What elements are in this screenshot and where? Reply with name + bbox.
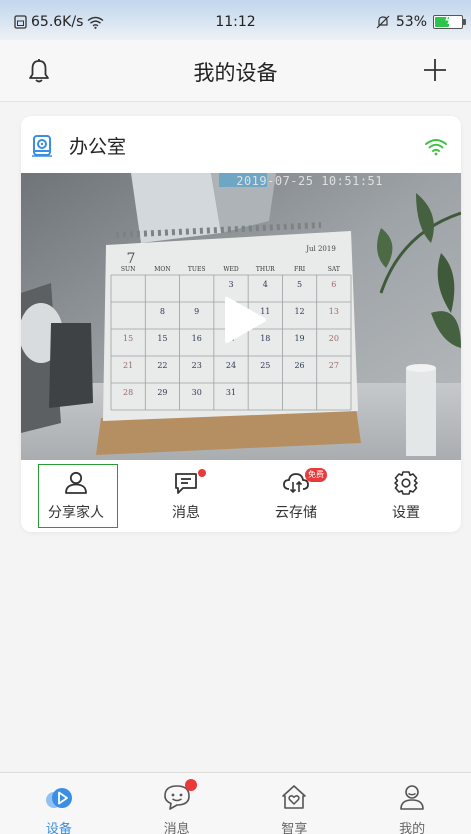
calendar-day: 28 bbox=[123, 388, 133, 397]
wifi-icon bbox=[425, 139, 447, 156]
profile-icon bbox=[400, 785, 424, 810]
device-actions: 分享家人 消息 免费 云存储 设置 bbox=[21, 460, 461, 532]
calendar-day: 26 bbox=[294, 361, 304, 370]
calendar-weekday: SAT bbox=[328, 266, 340, 273]
page-title: 我的设备 bbox=[193, 61, 278, 85]
plus-icon[interactable] bbox=[421, 56, 449, 84]
calendar-day: 4 bbox=[263, 280, 268, 289]
message-tab-badge bbox=[184, 779, 197, 791]
calendar-day: 15 bbox=[157, 334, 167, 343]
video-timestamp: 2019-07-25 10:51:51 bbox=[236, 174, 383, 188]
alarm-muted-icon bbox=[376, 15, 390, 29]
calendar-weekday: MON bbox=[154, 266, 170, 273]
person-icon bbox=[65, 471, 87, 494]
camera-icon bbox=[32, 135, 52, 157]
status-bar: 65.6K/s 11:12 53% ϟ bbox=[0, 0, 471, 40]
calendar-day: 22 bbox=[157, 361, 167, 370]
tab-devices-label: 设备 bbox=[45, 822, 72, 834]
tab-smart-share-label: 智享 bbox=[281, 822, 308, 834]
calendar-day: 5 bbox=[297, 280, 302, 289]
nav-bar: 我的设备 bbox=[0, 40, 471, 102]
calendar-day: 13 bbox=[329, 307, 339, 316]
calendar-day: 27 bbox=[329, 361, 339, 370]
charging-bolt-icon: ϟ bbox=[444, 14, 452, 27]
calendar-day: 21 bbox=[123, 361, 133, 370]
settings-label: 设置 bbox=[392, 505, 420, 521]
calendar-month: Jul 2019 bbox=[305, 245, 336, 253]
calendar-day: 29 bbox=[157, 388, 167, 397]
device-tab-icon bbox=[45, 788, 72, 808]
calendar-day: 12 bbox=[294, 307, 304, 316]
calendar-weekday: TUES bbox=[188, 266, 206, 273]
cloud-storage-button[interactable]: 免费 云存储 bbox=[241, 460, 351, 532]
tab-smart-share[interactable]: 智享 bbox=[236, 773, 354, 834]
message-badge-dot bbox=[198, 469, 206, 477]
device-card-header[interactable]: 办公室 bbox=[21, 116, 461, 172]
calendar-day: 23 bbox=[192, 361, 202, 370]
device-card: 办公室 7 Jul 2019 SUN MON TUES WED THUR FRI… bbox=[21, 116, 461, 532]
free-badge: 免费 bbox=[305, 468, 327, 482]
home-heart-icon bbox=[282, 785, 307, 809]
message-icon bbox=[175, 473, 197, 494]
settings-button[interactable]: 设置 bbox=[351, 460, 461, 532]
calendar-day: 3 bbox=[228, 280, 233, 289]
tab-messages[interactable]: 消息 bbox=[118, 773, 236, 834]
calendar-weekday: WED bbox=[223, 266, 239, 273]
device-name: 办公室 bbox=[69, 136, 127, 158]
play-icon[interactable] bbox=[219, 296, 267, 344]
tab-messages-label: 消息 bbox=[163, 822, 190, 834]
calendar-day: 16 bbox=[192, 334, 202, 343]
calendar-day: 6 bbox=[331, 280, 336, 289]
calendar-day: 20 bbox=[329, 334, 339, 343]
calendar-day: 25 bbox=[260, 361, 270, 370]
calendar-day: 19 bbox=[294, 334, 304, 343]
status-right: 53% ϟ bbox=[376, 14, 466, 30]
gear-icon bbox=[394, 471, 418, 495]
messages-label: 消息 bbox=[172, 505, 200, 521]
messages-button[interactable]: 消息 bbox=[131, 460, 241, 532]
battery-percent: 53% bbox=[395, 14, 427, 30]
calendar-weekday: THUR bbox=[256, 266, 275, 273]
calendar-day: 15 bbox=[123, 334, 133, 343]
share-family-button[interactable]: 分享家人 bbox=[21, 460, 131, 532]
calendar-number: 7 bbox=[127, 251, 136, 267]
calendar-day: 24 bbox=[226, 361, 236, 370]
calendar-weekday: FRI bbox=[294, 266, 306, 273]
calendar-day: 8 bbox=[160, 307, 165, 316]
tab-devices[interactable]: 设备 bbox=[0, 773, 118, 834]
camera-preview[interactable]: 7Jul 2019SUNMONTUESWEDTHURFRISAT34568910… bbox=[21, 173, 461, 460]
cloud-storage-label: 云存储 bbox=[275, 505, 317, 521]
tab-profile-label: 我的 bbox=[399, 822, 426, 834]
tab-profile[interactable]: 我的 bbox=[353, 773, 471, 834]
calendar-day: 30 bbox=[192, 388, 202, 397]
calendar-weekday: SUN bbox=[121, 266, 135, 273]
calendar-day: 9 bbox=[194, 307, 199, 316]
calendar-day: 31 bbox=[226, 388, 236, 397]
share-family-label: 分享家人 bbox=[48, 505, 104, 521]
battery-icon: ϟ bbox=[433, 14, 466, 29]
tab-bar: 设备 消息 智享 我的 bbox=[0, 772, 471, 834]
